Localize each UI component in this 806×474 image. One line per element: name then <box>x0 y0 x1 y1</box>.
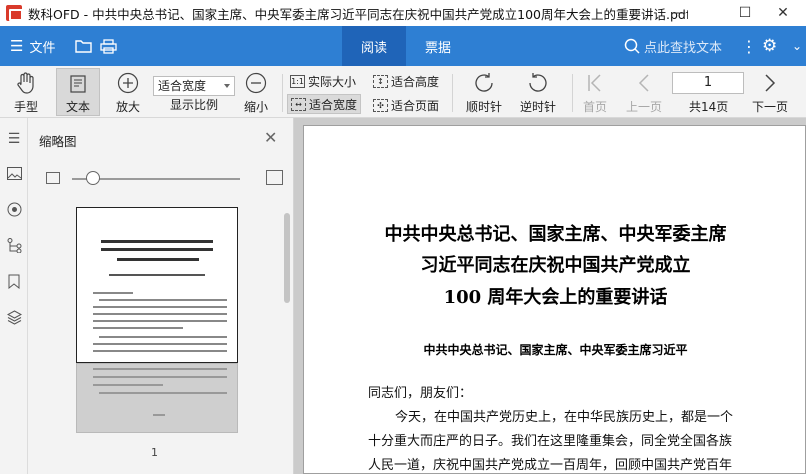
fit-page-label: 适合页面 <box>391 98 440 113</box>
toolbar-divider <box>452 74 453 112</box>
fit-width-label: 适合宽度 <box>309 97 358 112</box>
doc-subtitle: 中共中央总书记、国家主席、中央军委主席习近平 <box>423 343 688 357</box>
zoom-out-button[interactable]: 缩小 <box>244 70 268 115</box>
minimize-button[interactable]: — <box>656 0 702 26</box>
annotation-target-icon[interactable] <box>5 200 23 218</box>
close-panel-icon[interactable]: ✕ <box>264 128 277 147</box>
hand-icon <box>16 70 36 96</box>
document-page: 中共中央总书记、国家主席、中央军委主席 习近平同志在庆祝中国共产党成立 100 … <box>303 125 806 474</box>
small-thumbnail-icon[interactable] <box>46 172 60 184</box>
hand-tool-button[interactable]: 手型 <box>14 70 38 115</box>
open-folder-icon[interactable] <box>75 26 92 66</box>
first-page-icon <box>585 70 605 96</box>
print-icon[interactable] <box>100 26 117 66</box>
hamburger-icon: ☰ <box>10 37 24 55</box>
thumbnail-page-number: 1 <box>151 446 158 459</box>
thumbnail-panel: 缩略图 ✕ 1 <box>28 118 294 474</box>
zoom-ratio-select[interactable]: 适合宽度 <box>153 76 235 96</box>
fit-page-icon: ✣ <box>373 98 388 112</box>
total-pages-label: 共14页 <box>689 100 729 114</box>
text-cursor-icon <box>68 71 88 96</box>
thumbnail-scrollbar[interactable] <box>284 213 290 303</box>
settings-gear-icon[interactable]: ⚙ <box>762 26 777 66</box>
toolbar-divider <box>282 74 283 112</box>
display-ratio-label: 显示比例 <box>170 98 219 112</box>
chevron-right-icon <box>760 70 780 96</box>
first-page-button[interactable]: 首页 <box>583 70 607 115</box>
fit-width-button[interactable]: ↔ 适合宽度 <box>287 94 362 114</box>
doc-body-line: 今天，在中国共产党历史上，在中华民族历史上，都是一个 <box>395 410 734 425</box>
doc-title-line-1: 中共中央总书记、国家主席、中央军委主席 <box>384 224 727 245</box>
close-button[interactable]: ✕ <box>760 0 806 26</box>
rotate-clockwise-icon <box>472 70 496 96</box>
fit-height-button[interactable]: ↕ 适合高度 <box>373 71 439 91</box>
fit-width-icon: ↔ <box>291 97 306 111</box>
file-menu[interactable]: ☰ 文件 <box>10 26 55 66</box>
zoom-in-button[interactable]: 放大 <box>116 70 140 115</box>
slider-handle[interactable] <box>86 171 100 185</box>
search-placeholder: 点此查找文本 <box>644 40 723 56</box>
large-thumbnail-icon[interactable] <box>266 170 283 185</box>
actual-size-button[interactable]: 1:1 实际大小 <box>290 71 356 91</box>
rotate-clockwise-button[interactable]: 顺时针 <box>466 70 502 115</box>
window-title: 数科OFD - 中共中央总书记、国家主席、中央军委主席习近平同志在庆祝中国共产党… <box>28 6 688 22</box>
doc-title-line-3: 100 周年大会上的重要讲话 <box>443 287 668 308</box>
search-box[interactable]: 点此查找文本 <box>624 26 722 66</box>
zoom-in-label: 放大 <box>116 100 141 114</box>
tab-read[interactable]: 阅读 <box>342 26 406 66</box>
more-vertical-icon[interactable]: ⋮ <box>741 26 757 66</box>
panel-title: 缩略图 <box>39 134 77 149</box>
dropdown-caret-icon <box>224 84 230 88</box>
toolbar-divider <box>572 74 573 112</box>
chevron-down-icon[interactable]: ⌄ <box>792 26 802 66</box>
page-number-input[interactable]: 1 <box>672 72 744 94</box>
sidebar-icon-strip: ☰ <box>0 118 28 474</box>
first-page-label: 首页 <box>583 100 608 114</box>
app-logo-icon <box>6 5 23 21</box>
text-tool-button[interactable]: 文本 <box>56 68 100 116</box>
search-icon <box>624 38 640 54</box>
zoom-out-label: 缩小 <box>244 100 269 114</box>
tab-invoice[interactable]: 票据 <box>406 26 470 66</box>
rotate-counterclockwise-button[interactable]: 逆时针 <box>520 70 556 115</box>
zoom-in-icon <box>117 70 139 96</box>
document-viewport[interactable]: 中共中央总书记、国家主席、中央军委主席 习近平同志在庆祝中国共产党成立 100 … <box>294 118 806 474</box>
rotate-counterclockwise-icon <box>526 70 550 96</box>
prev-page-label: 上一页 <box>626 100 663 114</box>
rotate-counterclockwise-label: 逆时针 <box>520 100 557 114</box>
fit-page-button[interactable]: ✣ 适合页面 <box>373 95 439 115</box>
tree-structure-icon[interactable] <box>5 236 23 254</box>
prev-page-button[interactable]: 上一页 <box>626 70 662 115</box>
zoom-ratio-value: 适合宽度 <box>158 79 207 93</box>
next-page-label: 下一页 <box>752 100 789 114</box>
file-menu-label: 文件 <box>29 40 56 56</box>
page-thumbnail-overflow <box>76 363 238 433</box>
thumbnail-image-icon[interactable] <box>5 164 23 182</box>
menu-bar: ☰ 文件 阅读 票据 点此查找文本 ⋮ ⚙ ⌄ <box>0 26 806 66</box>
chevron-left-icon <box>634 70 654 96</box>
page-thumbnail[interactable] <box>76 207 238 363</box>
doc-body-line: 同志们，朋友们： <box>368 386 473 401</box>
actual-size-icon: 1:1 <box>290 74 305 88</box>
layers-icon[interactable] <box>5 308 23 326</box>
outline-list-icon[interactable]: ☰ <box>5 130 23 148</box>
text-tool-label: 文本 <box>65 100 90 114</box>
actual-size-label: 实际大小 <box>308 74 357 89</box>
fit-height-icon: ↕ <box>373 74 388 88</box>
hand-tool-label: 手型 <box>14 100 39 114</box>
doc-title-line-2: 习近平同志在庆祝中国共产党成立 <box>420 255 691 276</box>
bookmark-icon[interactable] <box>5 272 23 290</box>
doc-body-line: 人民一道，庆祝中国共产党成立一百周年，回顾中国共产党百年 <box>368 458 733 473</box>
zoom-out-icon <box>245 70 267 96</box>
fit-height-label: 适合高度 <box>391 74 440 89</box>
next-page-button[interactable]: 下一页 <box>752 70 788 115</box>
title-bar: 数科OFD - 中共中央总书记、国家主席、中央军委主席习近平同志在庆祝中国共产党… <box>0 0 806 26</box>
doc-body-line: 十分重大而庄严的日子。我们在这里隆重集会，同全党全国各族 <box>368 434 733 449</box>
rotate-clockwise-label: 顺时针 <box>466 100 503 114</box>
